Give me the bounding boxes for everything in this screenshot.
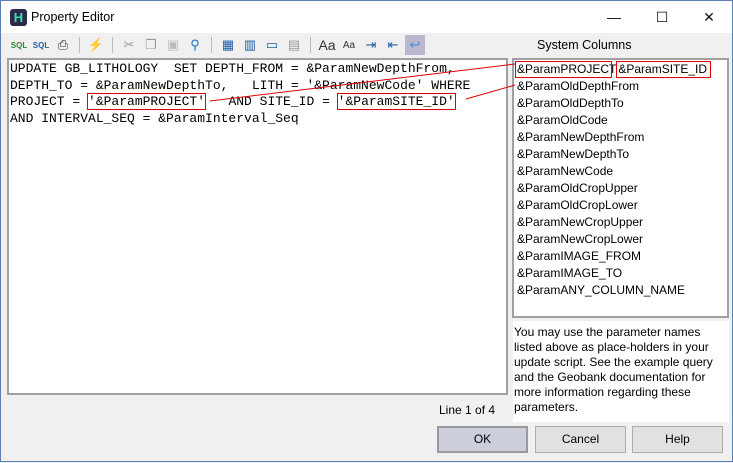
list-item[interactable]: &ParamNewDepthFrom <box>514 129 727 146</box>
separator <box>211 37 212 53</box>
list-item[interactable]: &ParamNewCropLower <box>514 231 727 248</box>
list-item[interactable]: &ParamSITE_ID <box>616 61 712 78</box>
list-item[interactable]: &ParamOldCode <box>514 112 727 129</box>
sql-editor[interactable]: UPDATE GB_LITHOLOGY SET DEPTH_FROM = &Pa… <box>7 58 508 395</box>
app-icon: H <box>10 9 27 26</box>
list-item[interactable]: &ParamIMAGE_FROM <box>514 248 727 265</box>
list-item[interactable]: &ParamNewCode <box>514 163 727 180</box>
system-columns-list[interactable]: &ParamPROJECT &ParamSITE_ID &ParamOldDep… <box>512 58 729 318</box>
grid-icon[interactable]: ▦ <box>218 35 238 55</box>
code-line: DEPTH_TO = &ParamNewDepthTo, LITH = '&Pa… <box>10 77 471 93</box>
title-bar: H Property Editor — ☐ ✕ <box>1 1 732 33</box>
project-param-highlight: '&ParamPROJECT' <box>87 93 207 110</box>
list-item[interactable]: &ParamNewDepthTo <box>514 146 727 163</box>
find-icon[interactable]: ⚲ <box>185 35 205 55</box>
word-wrap-icon[interactable]: ↩ <box>405 35 425 55</box>
indent-icon[interactable]: ⇥ <box>361 35 381 55</box>
property-editor-window: H Property Editor — ☐ ✕ SQL SQL ⎙ ⚡ ✂ ❐ … <box>0 0 733 462</box>
list-item[interactable]: &ParamOldCropUpper <box>514 180 727 197</box>
minimize-button[interactable]: — <box>591 1 637 33</box>
cancel-button[interactable]: Cancel <box>535 426 626 453</box>
list-item[interactable]: &ParamANY_COLUMN_NAME <box>514 282 727 299</box>
list-item[interactable]: &ParamOldDepthTo <box>514 95 727 112</box>
list-item[interactable]: &ParamNewCropUpper <box>514 214 727 231</box>
ok-button[interactable]: OK <box>437 426 528 453</box>
code-text: AND SITE_ID = <box>205 94 338 109</box>
list-item[interactable]: &ParamPROJECT <box>515 61 616 78</box>
code-line: AND INTERVAL_SEQ = &ParamInterval_Seq <box>10 110 299 126</box>
cut-icon[interactable]: ✂ <box>119 35 139 55</box>
list-item[interactable]: &ParamOldCropLower <box>514 197 727 214</box>
execute-icon[interactable]: ⚡ <box>86 35 106 55</box>
columns-icon[interactable]: ▥ <box>240 35 260 55</box>
layout-icon[interactable]: ▤ <box>284 35 304 55</box>
separator <box>112 37 113 53</box>
outdent-icon[interactable]: ⇤ <box>383 35 403 55</box>
list-item[interactable]: &ParamIMAGE_TO <box>514 265 727 282</box>
copy-icon[interactable]: ❐ <box>141 35 161 55</box>
code-text: PROJECT = <box>10 94 89 109</box>
close-button[interactable]: ✕ <box>686 1 732 33</box>
comment-icon[interactable]: ▭ <box>262 35 282 55</box>
code-line: UPDATE GB_LITHOLOGY SET DEPTH_FROM = &Pa… <box>10 61 455 76</box>
font-larger-icon[interactable]: Aa <box>317 35 337 55</box>
window-title: Property Editor <box>31 10 115 24</box>
sql-code: UPDATE GB_LITHOLOGY SET DEPTH_FROM = &Pa… <box>10 61 470 127</box>
separator <box>79 37 80 53</box>
print-icon[interactable]: ⎙ <box>53 35 73 55</box>
separator <box>310 37 311 53</box>
site-id-param-highlight: '&ParamSITE_ID' <box>336 93 456 110</box>
help-text: You may use the parameter names listed a… <box>513 321 729 422</box>
sql-load-icon[interactable]: SQL <box>9 35 29 55</box>
sql-save-icon[interactable]: SQL <box>31 35 51 55</box>
line-status: Line 1 of 4 <box>439 403 496 417</box>
list-item[interactable]: &ParamOldDepthFrom <box>514 78 727 95</box>
help-button[interactable]: Help <box>632 426 723 453</box>
system-columns-title: System Columns <box>537 38 632 52</box>
maximize-button[interactable]: ☐ <box>639 1 685 33</box>
toolbar: SQL SQL ⎙ ⚡ ✂ ❐ ▣ ⚲ ▦ ▥ ▭ ▤ Aa Aa ⇥ ⇤ ↩ <box>9 34 425 56</box>
font-smaller-icon[interactable]: Aa <box>339 35 359 55</box>
paste-icon[interactable]: ▣ <box>163 35 183 55</box>
